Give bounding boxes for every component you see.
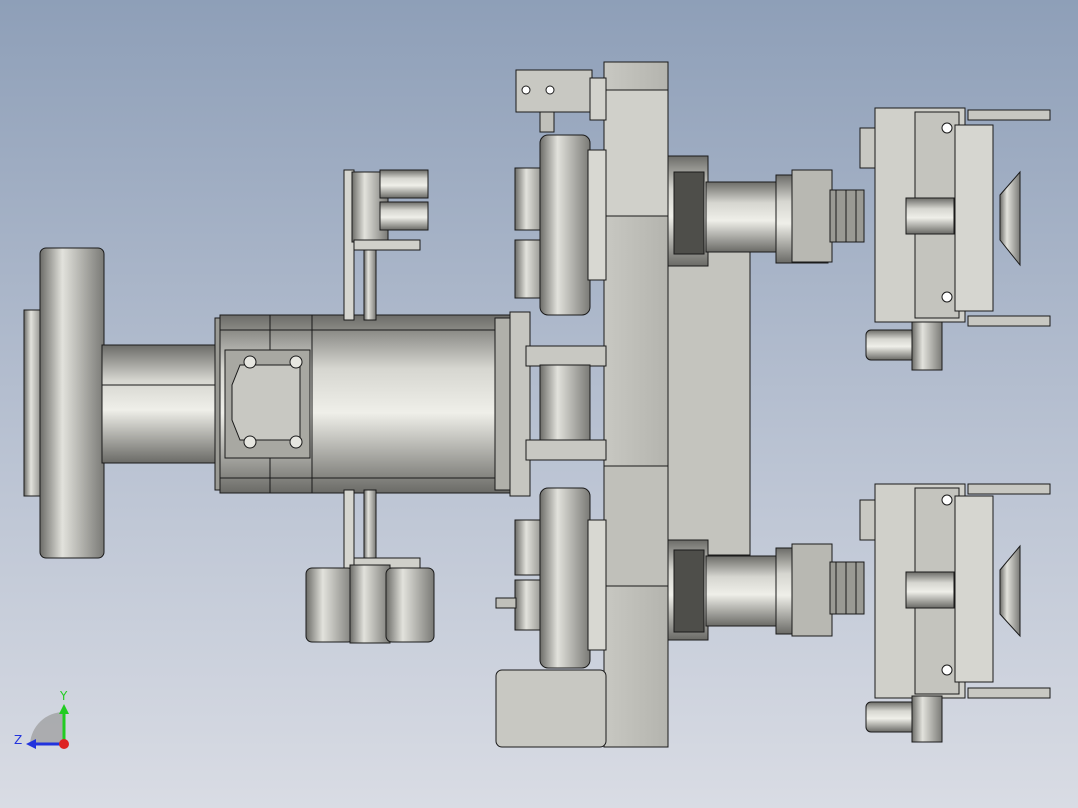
upper-bracket — [515, 69, 607, 133]
lower-shaft — [667, 539, 865, 641]
upper-fitting — [343, 169, 429, 321]
graphics-viewport[interactable]: Y Z — [0, 0, 1078, 808]
upper-shaft — [667, 155, 865, 267]
handwheel — [23, 247, 221, 559]
lower-gripper — [859, 483, 1051, 743]
upper-pulley — [514, 134, 607, 316]
cad-assembly-model[interactable]: Y Z — [0, 0, 1078, 808]
lower-pulley — [514, 487, 607, 669]
servo-motor — [214, 311, 531, 497]
coordinate-triad-icon: Y Z — [14, 689, 69, 749]
z-axis-label: Z — [14, 733, 22, 747]
center-pulley — [525, 345, 607, 461]
y-axis-label: Y — [59, 689, 68, 703]
upper-gripper — [859, 107, 1051, 371]
lower-fitting — [305, 489, 435, 644]
